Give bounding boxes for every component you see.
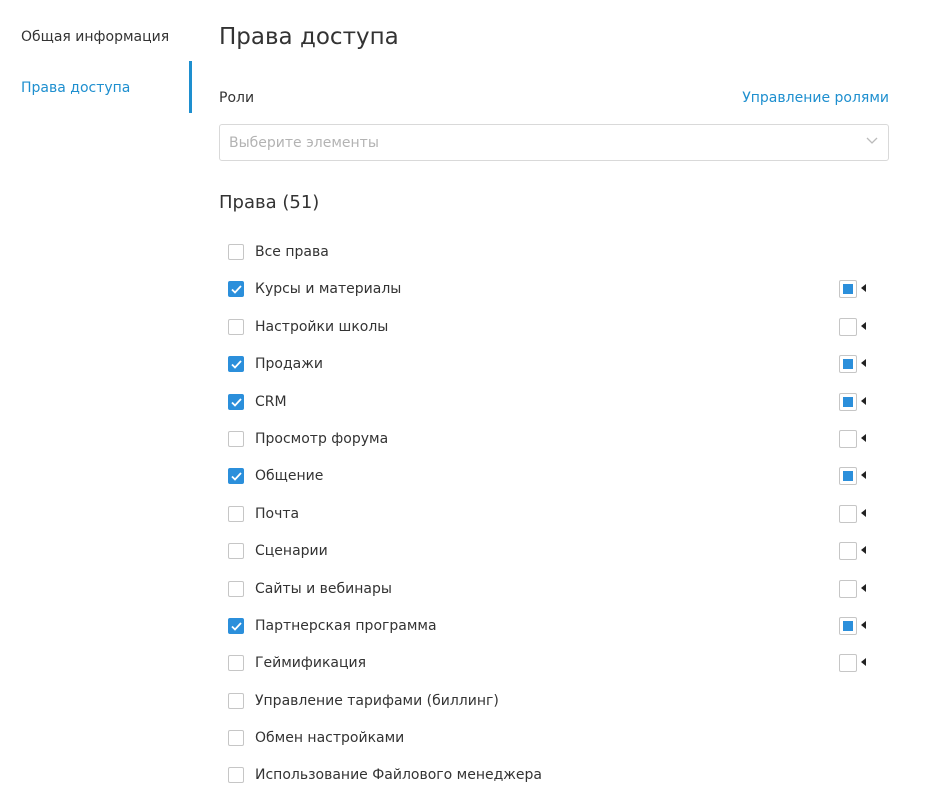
permission-row: Почта	[219, 496, 889, 533]
partial-fill-indicator	[843, 284, 853, 295]
permissions-list: Все права Курсы и материалы Настройки школ…	[219, 234, 889, 795]
caret-left-icon[interactable]	[861, 359, 866, 368]
permission-checkbox[interactable]	[228, 505, 244, 522]
permission-row: Общение	[219, 458, 889, 495]
permission-label[interactable]: Общение	[255, 468, 323, 484]
sidebar-active-indicator	[189, 61, 192, 113]
checkmark-icon	[231, 397, 242, 407]
permission-checkbox[interactable]	[228, 543, 244, 560]
permission-row: Просмотр форума	[219, 421, 889, 458]
checkmark-icon	[231, 360, 242, 369]
permission-label[interactable]: Все права	[255, 244, 329, 260]
caret-left-icon[interactable]	[861, 546, 866, 555]
checkmark-icon	[231, 622, 242, 631]
permission-label[interactable]: Курсы и материалы	[255, 281, 401, 297]
permission-row: Сайты и вебинары	[219, 571, 889, 608]
sub-permissions-checkbox[interactable]	[839, 429, 857, 448]
sub-permissions-checkbox[interactable]	[839, 467, 857, 486]
permission-row: CRM	[219, 384, 889, 421]
caret-left-icon[interactable]	[861, 433, 866, 442]
permission-checkbox[interactable]	[228, 318, 244, 335]
permission-row: Партнерская программа	[219, 608, 889, 645]
permission-label[interactable]: Использование Файлового менеджера	[255, 767, 542, 783]
permission-row: Все права	[219, 234, 889, 271]
caret-left-icon[interactable]	[861, 620, 866, 629]
partial-fill-indicator	[843, 620, 853, 631]
caret-left-icon[interactable]	[861, 396, 866, 405]
caret-left-icon[interactable]	[861, 284, 866, 293]
chevron-down-icon	[866, 137, 878, 144]
permission-label[interactable]: Сайты и вебинары	[255, 581, 392, 597]
main-content: Права доступа Роли Управление ролями Выб…	[219, 0, 889, 795]
checkmark-icon	[231, 285, 242, 295]
permission-row: Настройки школы	[219, 309, 889, 346]
caret-left-icon[interactable]	[861, 508, 866, 517]
caret-left-icon[interactable]	[861, 658, 866, 667]
partial-fill-indicator	[843, 471, 853, 482]
checkmark-icon	[231, 472, 242, 482]
permission-row: Геймификация	[219, 645, 889, 682]
permission-checkbox[interactable]	[228, 767, 244, 784]
roles-label: Роли	[219, 90, 255, 106]
permission-checkbox[interactable]	[228, 281, 244, 298]
caret-left-icon[interactable]	[861, 583, 866, 592]
permission-label[interactable]: Геймификация	[255, 655, 366, 671]
permission-label[interactable]: Сценарии	[255, 543, 328, 559]
permission-row: Управление тарифами (биллинг)	[219, 683, 889, 720]
permission-label[interactable]: Партнерская программа	[255, 618, 437, 634]
sidebar-item-general-info[interactable]: Общая информация	[21, 29, 169, 45]
permission-label[interactable]: Управление тарифами (биллинг)	[255, 693, 499, 709]
manage-roles-link[interactable]: Управление ролями	[742, 90, 889, 106]
page-title: Права доступа	[219, 24, 399, 50]
permission-row: Сценарии	[219, 533, 889, 570]
permission-row: Обмен настройками	[219, 720, 889, 757]
permission-label[interactable]: Почта	[255, 506, 299, 522]
caret-left-icon[interactable]	[861, 321, 866, 330]
sub-permissions-checkbox[interactable]	[839, 392, 857, 411]
permission-label[interactable]: Настройки школы	[255, 319, 388, 335]
sidebar-item-access-rights[interactable]: Права доступа	[21, 80, 130, 96]
permission-checkbox[interactable]	[228, 356, 244, 373]
permission-row: Использование Файлового менеджера	[219, 757, 889, 794]
permission-checkbox[interactable]	[228, 617, 244, 634]
sidebar: Общая информация Права доступа	[0, 0, 192, 795]
permission-checkbox[interactable]	[228, 244, 244, 260]
permission-label[interactable]: Обмен настройками	[255, 730, 404, 746]
roles-select[interactable]: Выберите элементы	[219, 124, 889, 161]
sub-permissions-checkbox[interactable]	[839, 504, 857, 523]
permission-checkbox[interactable]	[228, 393, 244, 410]
permission-checkbox[interactable]	[228, 430, 244, 447]
roles-select-placeholder: Выберите элементы	[229, 135, 379, 151]
permission-row: Продажи	[219, 346, 889, 383]
sub-permissions-checkbox[interactable]	[839, 280, 857, 299]
permission-checkbox[interactable]	[228, 730, 244, 747]
sub-permissions-checkbox[interactable]	[839, 317, 857, 336]
permission-checkbox[interactable]	[228, 655, 244, 672]
permission-label[interactable]: Продажи	[255, 356, 323, 372]
partial-fill-indicator	[843, 359, 853, 370]
sub-permissions-checkbox[interactable]	[839, 355, 857, 374]
permission-checkbox[interactable]	[228, 692, 244, 709]
permission-checkbox[interactable]	[228, 468, 244, 485]
sub-permissions-checkbox[interactable]	[839, 579, 857, 598]
permission-row: Курсы и материалы	[219, 271, 889, 308]
caret-left-icon[interactable]	[861, 471, 866, 480]
permission-label[interactable]: CRM	[255, 394, 287, 410]
sub-permissions-checkbox[interactable]	[839, 542, 857, 561]
permissions-title: Права (51)	[219, 192, 320, 213]
sub-permissions-checkbox[interactable]	[839, 616, 857, 635]
permission-checkbox[interactable]	[228, 580, 244, 597]
partial-fill-indicator	[843, 396, 853, 407]
permission-label[interactable]: Просмотр форума	[255, 431, 388, 447]
sub-permissions-checkbox[interactable]	[839, 654, 857, 673]
